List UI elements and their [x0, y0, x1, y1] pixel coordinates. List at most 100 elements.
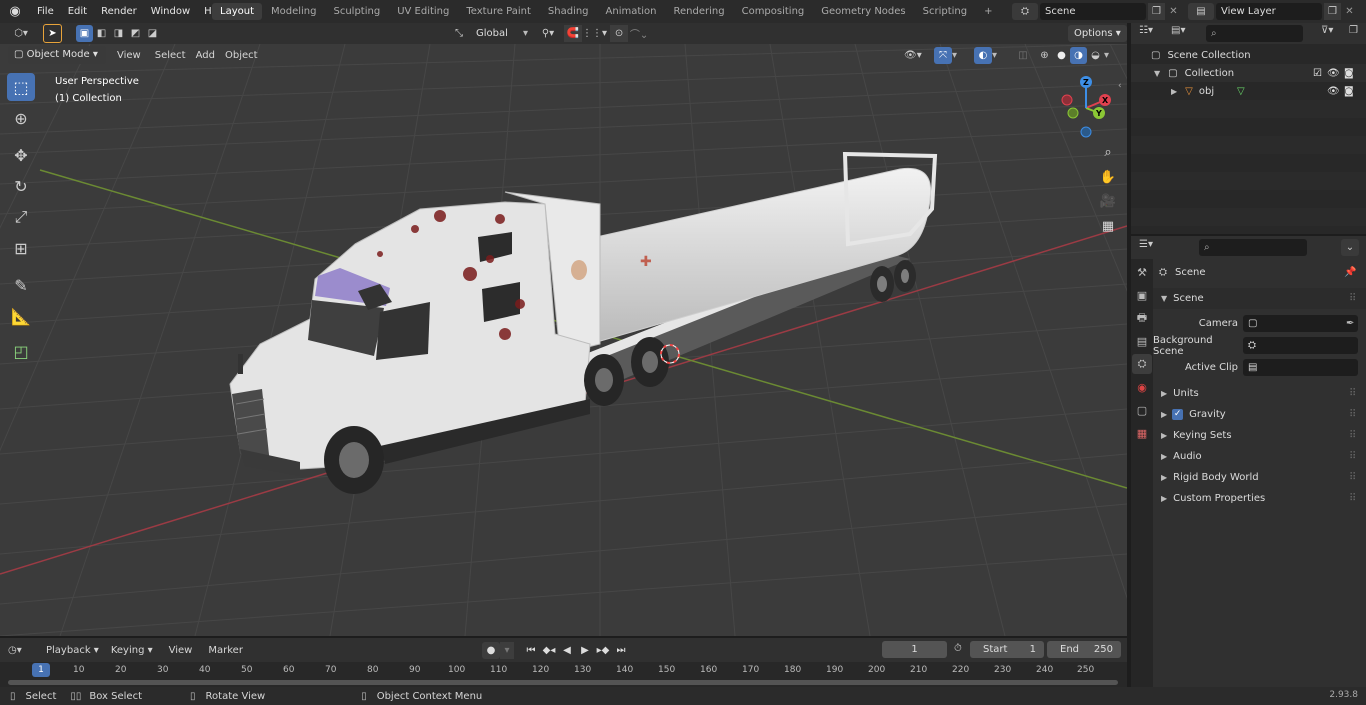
outliner-row-collection[interactable]: ▼ ▢ Collection ☑ 👁 ◙ [1131, 64, 1366, 82]
tab-shading[interactable]: Shading [540, 3, 597, 20]
properties-search-input[interactable]: ⌕ [1199, 239, 1307, 256]
menu-add[interactable]: Add [191, 50, 220, 61]
scale-tool-icon[interactable]: ⤢ [7, 203, 35, 231]
tab-modeling[interactable]: Modeling [263, 3, 325, 20]
play-reverse-icon[interactable]: ◀ [558, 645, 576, 656]
wireframe-shading-icon[interactable]: ⊕ [1036, 50, 1053, 61]
jump-keyframe-forward-icon[interactable]: ▸◆ [594, 645, 612, 656]
visibility-icon[interactable]: 👁▾ [904, 50, 928, 61]
tab-scripting[interactable]: Scripting [915, 3, 975, 20]
tab-texture-paint[interactable]: Texture Paint [458, 3, 539, 20]
panel-header-units[interactable]: ▶ Units ⠿ [1153, 383, 1366, 404]
snap-target-icon[interactable]: ⋮⋮▾ [582, 28, 607, 39]
measure-tool-icon[interactable]: 📐 [7, 302, 35, 330]
tool-properties-icon[interactable]: ⚒ [1132, 262, 1152, 282]
menu-playback[interactable]: Playback ▾ [42, 645, 103, 656]
drag-handle-icon[interactable]: ⠿ [1349, 451, 1356, 462]
active-clip-field[interactable]: ▤ [1243, 359, 1358, 376]
chevron-down-icon[interactable]: ▾ [952, 50, 962, 61]
new-view-layer-icon[interactable]: ❐ [1324, 3, 1341, 20]
tab-rendering[interactable]: Rendering [666, 3, 733, 20]
scene-icon[interactable]: ⛭ [1012, 3, 1038, 20]
chevron-down-icon[interactable]: ▾ [992, 50, 1002, 61]
add-cube-tool-icon[interactable]: ◰ [7, 337, 35, 365]
scene-properties-icon[interactable]: ⛭ [1132, 354, 1152, 374]
menu-timeline-view[interactable]: View [165, 645, 197, 656]
orthographic-grid-icon[interactable]: ▦ [1097, 215, 1119, 237]
menu-file[interactable]: File [30, 0, 61, 23]
chevron-down-icon[interactable]: ⌄ [1341, 239, 1359, 256]
3d-viewport[interactable]: ✚ User Perspective (1) Collection ⬚ ⊕ ✥ … [0, 44, 1127, 636]
select-intersect-icon[interactable]: ◪ [144, 25, 161, 42]
output-properties-icon[interactable]: 🖶 [1132, 308, 1152, 328]
chevron-down-icon[interactable]: ▾ [500, 641, 514, 659]
gravity-checkbox[interactable]: ✓ [1172, 409, 1184, 420]
menu-marker[interactable]: Marker [204, 645, 247, 656]
drag-handle-icon[interactable]: ⠿ [1349, 430, 1356, 441]
navigation-gizmo[interactable]: X Y Z [1051, 73, 1121, 143]
panel-header-custom-properties[interactable]: ▶ Custom Properties ⠿ [1153, 488, 1366, 509]
timeline-editor-icon[interactable]: ◷▾ [8, 645, 34, 656]
jump-end-icon[interactable]: ⏭ [612, 645, 630, 656]
rotate-tool-icon[interactable]: ↻ [7, 172, 35, 200]
zoom-icon[interactable]: ⌕ [1097, 141, 1119, 163]
playhead[interactable]: 1 [32, 663, 50, 677]
tab-uv-editing[interactable]: UV Editing [389, 3, 457, 20]
current-frame-field[interactable]: 1 [882, 641, 947, 658]
pivot-point-icon[interactable]: ⚲▾ [536, 28, 560, 39]
menu-render[interactable]: Render [94, 0, 144, 23]
texture-properties-icon[interactable]: ▦ [1132, 423, 1152, 443]
hand-pan-icon[interactable]: ✋ [1097, 166, 1119, 188]
outliner-search-input[interactable]: ⌕ [1206, 25, 1303, 42]
record-icon[interactable]: ● [482, 641, 500, 659]
panel-header-keying-sets[interactable]: ▶ Keying Sets ⠿ [1153, 425, 1366, 446]
start-frame-field[interactable]: Start 1 [970, 641, 1044, 658]
overlays-icon[interactable]: ◐ [974, 46, 992, 64]
view-layer-properties-icon[interactable]: ▤ [1132, 331, 1152, 351]
gizmo-toggle-icon[interactable]: ⤧ [934, 46, 952, 64]
checkbox-icon[interactable]: ☑ [1313, 68, 1322, 79]
timeline-ruler[interactable]: 1 10 20 30 40 50 60 70 80 90 100 110 120… [0, 662, 1127, 687]
render-properties-icon[interactable]: ▣ [1132, 285, 1152, 305]
truck-model[interactable]: ✚ [229, 151, 938, 494]
panel-header-audio[interactable]: ▶ Audio ⠿ [1153, 446, 1366, 467]
annotate-tool-icon[interactable]: ✎ [7, 271, 35, 299]
drag-handle-icon[interactable]: ⠿ [1349, 409, 1356, 420]
drag-handle-icon[interactable]: ⠿ [1349, 388, 1356, 399]
eye-icon[interactable]: 👁 [1327, 86, 1340, 97]
camera-icon[interactable]: ◙ [1344, 86, 1354, 97]
menu-view[interactable]: View [108, 50, 150, 61]
editor-type-icon[interactable]: ☰▾ [1139, 239, 1165, 250]
panel-header-scene[interactable]: ▼ Scene ⠿ [1153, 288, 1366, 309]
cursor-tool-icon[interactable]: ⊕ [7, 104, 35, 132]
material-shading-icon[interactable]: ◑ [1070, 46, 1087, 64]
blender-logo-icon[interactable]: ◉ [0, 4, 30, 19]
drag-handle-icon[interactable]: ⠿ [1349, 493, 1356, 504]
new-scene-icon[interactable]: ❐ [1148, 3, 1165, 20]
menu-object[interactable]: Object [220, 50, 263, 61]
filter-icon[interactable]: ⊽▾ [1321, 25, 1333, 36]
chevron-down-icon[interactable]: ▾ [1104, 50, 1114, 61]
jump-start-icon[interactable]: ⏮ [522, 645, 540, 656]
chevron-right-icon[interactable]: ▶ [1171, 87, 1177, 96]
drag-handle-icon[interactable]: ⠿ [1349, 293, 1356, 304]
scene-name-field[interactable]: Scene [1040, 3, 1146, 20]
tab-compositing[interactable]: Compositing [734, 3, 813, 20]
rendered-shading-icon[interactable]: ◒ [1087, 50, 1104, 61]
camera-field[interactable]: ▢ [1243, 315, 1358, 332]
xray-icon[interactable]: ◫ [1014, 50, 1032, 61]
menu-keying[interactable]: Keying ▾ [107, 645, 157, 656]
pin-icon[interactable]: 📌 [1344, 267, 1356, 278]
select-invert-icon[interactable]: ◩ [127, 25, 144, 42]
stopwatch-icon[interactable]: ⏱ [954, 643, 962, 654]
transform-orientation-select[interactable]: Global [471, 25, 523, 42]
editor-type-icon[interactable]: ☷▾ [1139, 25, 1165, 36]
panel-header-gravity[interactable]: ▶ ✓ Gravity ⠿ [1153, 404, 1366, 425]
select-new-icon[interactable]: ▣ [76, 25, 93, 42]
solid-shading-icon[interactable]: ● [1053, 50, 1070, 61]
snap-icon[interactable]: 🧲 [564, 25, 583, 42]
tab-animation[interactable]: Animation [598, 3, 665, 20]
outliner-row-object[interactable]: ▶ ▽ obj ▽ 👁 ◙ [1131, 82, 1366, 100]
add-workspace-button[interactable]: + [976, 3, 1000, 20]
chevron-down-icon[interactable]: ▼ [1154, 69, 1160, 78]
